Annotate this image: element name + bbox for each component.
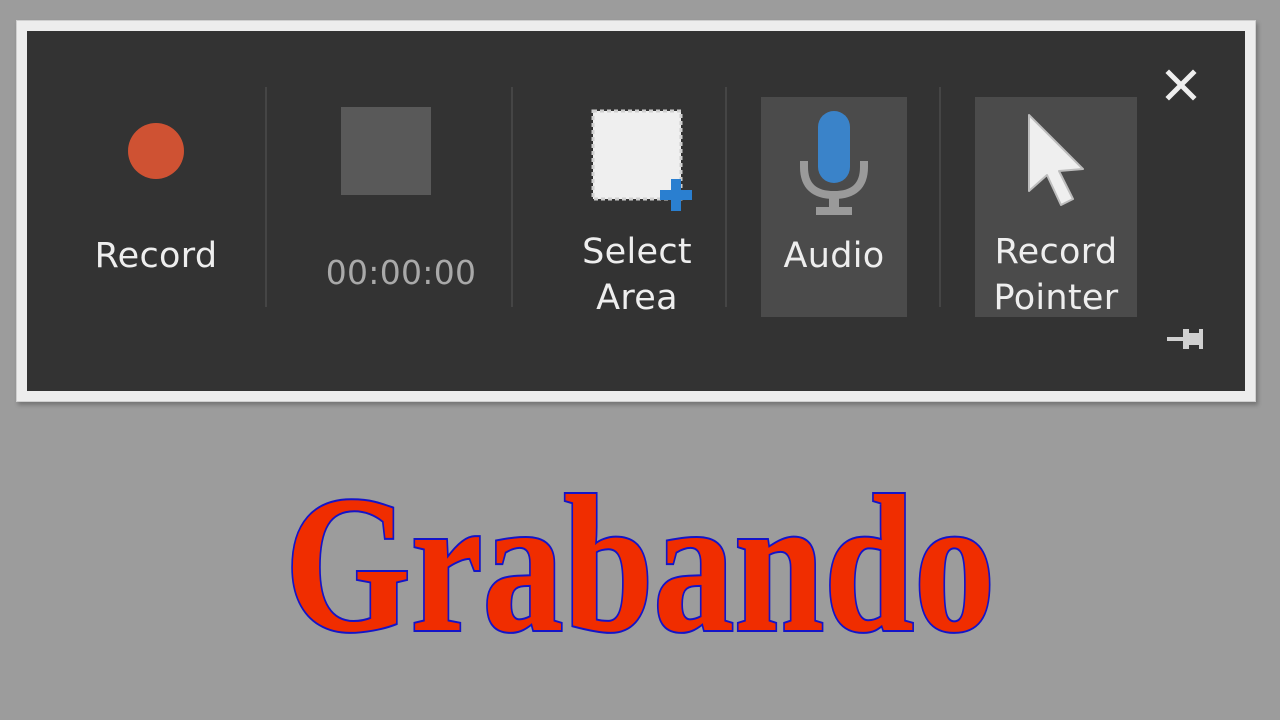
record-label: Record bbox=[94, 236, 218, 276]
pin-button[interactable] bbox=[1163, 321, 1207, 357]
caption-title: Grabando bbox=[283, 454, 997, 652]
separator bbox=[725, 87, 727, 307]
screen-recording-toolbar: Record 00:00:00 Select Area Audio Record… bbox=[16, 20, 1256, 402]
select-area-label: Select Area bbox=[582, 232, 692, 318]
stop-icon bbox=[341, 107, 431, 195]
caption-text: Grabando bbox=[285, 456, 995, 652]
audio-toggle[interactable]: Audio bbox=[761, 97, 907, 317]
toolbar-panel: Record 00:00:00 Select Area Audio Record… bbox=[27, 31, 1245, 391]
audio-label: Audio bbox=[783, 236, 885, 276]
separator bbox=[265, 87, 267, 307]
select-area-button[interactable]: Select Area bbox=[547, 97, 727, 318]
record-icon bbox=[128, 123, 184, 179]
record-button[interactable]: Record bbox=[81, 97, 231, 317]
close-button[interactable] bbox=[1159, 63, 1203, 107]
stop-button[interactable]: 00:00:00 bbox=[303, 97, 499, 317]
separator bbox=[939, 87, 941, 307]
select-area-icon bbox=[591, 109, 692, 211]
separator bbox=[511, 87, 513, 307]
record-pointer-toggle[interactable]: Record Pointer bbox=[975, 97, 1137, 318]
timer-display: 00:00:00 bbox=[325, 253, 477, 292]
close-icon bbox=[1165, 69, 1197, 101]
pin-icon bbox=[1167, 329, 1203, 349]
record-pointer-label: Record Pointer bbox=[993, 232, 1119, 318]
pointer-icon bbox=[1028, 114, 1084, 206]
microphone-icon bbox=[800, 111, 868, 215]
